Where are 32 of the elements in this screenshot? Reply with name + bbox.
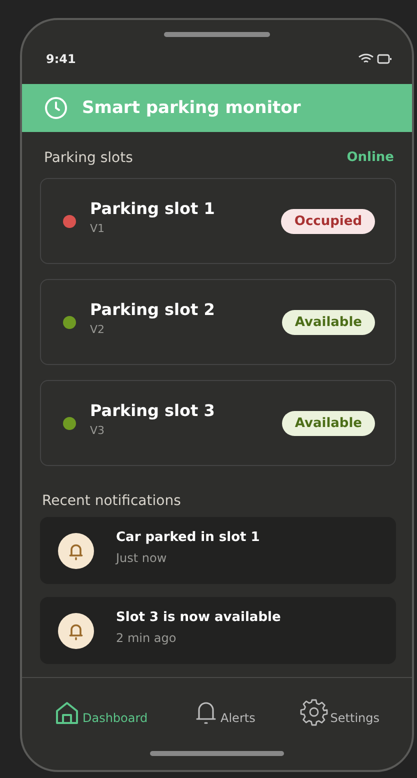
notification-card[interactable]: Slot 3 is now available 2 min ago bbox=[40, 597, 396, 664]
settings-icon bbox=[300, 698, 328, 726]
slot-card[interactable]: Parking slot 1 V1 Occupied bbox=[40, 178, 396, 264]
slot-name: Parking slot 2 bbox=[90, 300, 216, 320]
connection-status: Online bbox=[346, 150, 394, 166]
notification-title: Slot 3 is now available bbox=[116, 610, 281, 626]
section-title: Parking slots bbox=[44, 150, 133, 166]
notification-card[interactable]: Car parked in slot 1 Just now bbox=[40, 517, 396, 584]
slot-code: V3 bbox=[90, 424, 106, 438]
wifi-battery-icon bbox=[358, 52, 392, 65]
clock-icon bbox=[44, 96, 68, 120]
slot-code: V2 bbox=[90, 323, 106, 336]
status-badge: Available bbox=[282, 410, 375, 436]
nav-tab[interactable]: Alerts bbox=[192, 692, 256, 726]
slot-name: Parking slot 1 bbox=[90, 199, 216, 218]
app-title: Smart parking monitor bbox=[82, 98, 301, 118]
notification-time: Just now bbox=[116, 551, 168, 566]
nav-tab[interactable]: Dashboard bbox=[54, 692, 148, 726]
status-badge: Occupied bbox=[281, 208, 375, 234]
home-icon bbox=[54, 700, 80, 726]
slot-card[interactable]: Parking slot 3 V3 Available bbox=[40, 380, 396, 466]
bell-icon bbox=[58, 532, 94, 569]
notification-title: Car parked in slot 1 bbox=[116, 530, 260, 546]
slot-name: Parking slot 3 bbox=[90, 401, 216, 420]
bell-icon bbox=[58, 612, 94, 649]
notification-time: 2 min ago bbox=[116, 631, 178, 646]
section-title: Recent notifications bbox=[42, 493, 182, 510]
nav-tab[interactable]: Settings bbox=[300, 692, 380, 726]
status-time: 9:41 bbox=[46, 52, 76, 66]
slot-card[interactable]: Parking slot 2 V2 Available bbox=[40, 279, 396, 366]
slot-code: V1 bbox=[90, 222, 106, 236]
status-badge: Available bbox=[282, 310, 375, 335]
